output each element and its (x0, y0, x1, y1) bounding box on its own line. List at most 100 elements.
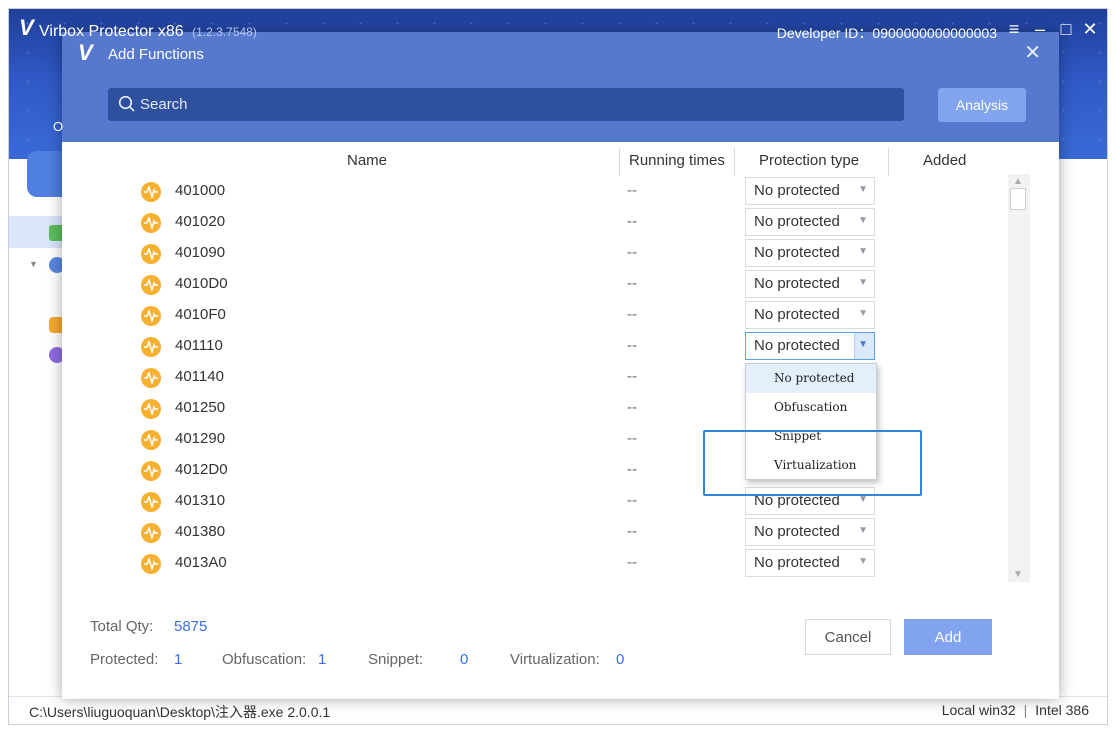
running-times: -- (627, 461, 637, 478)
analysis-button[interactable]: Analysis (938, 88, 1026, 122)
running-times: -- (627, 492, 637, 509)
app-title-text: Virbox Protector x86 (39, 23, 184, 40)
dialog-header (62, 32, 1059, 142)
maximize-icon[interactable]: □ (1055, 19, 1077, 40)
function-icon (141, 337, 161, 357)
function-icon (141, 244, 161, 264)
search-icon (118, 95, 135, 112)
function-icon (141, 523, 161, 543)
function-address: 4012D0 (175, 461, 228, 478)
status-bar: C:\Users\liuguoquan\Desktop\注入器.exe 2.0.… (9, 696, 1107, 724)
protection-select[interactable]: No protected ▼ (745, 177, 875, 205)
running-times: -- (627, 244, 637, 261)
running-times: -- (627, 337, 637, 354)
total-qty-label: Total Qty: (90, 618, 154, 635)
search-input[interactable] (140, 94, 880, 115)
running-times: -- (627, 306, 637, 323)
expand-arrow-icon[interactable]: ▼ (29, 259, 38, 269)
protection-value: No protected (754, 275, 840, 292)
running-times: -- (627, 213, 637, 230)
add-button[interactable]: Add (904, 619, 992, 655)
protection-value: No protected (754, 306, 840, 323)
table-row[interactable]: 401000 -- No protected ▼ (62, 176, 1012, 207)
scroll-thumb[interactable] (1010, 188, 1026, 210)
table-row[interactable]: 4013A0 -- No protected ▼ (62, 548, 1012, 579)
table-row[interactable]: 401110 -- No protected ▼ (62, 331, 1012, 362)
table-row[interactable]: 4010D0 -- No protected ▼ (62, 269, 1012, 300)
protection-select[interactable]: No protected ▼ (745, 239, 875, 267)
function-icon (141, 213, 161, 233)
scroll-down-icon[interactable]: ▼ (1013, 569, 1023, 580)
table-scrollbar[interactable]: ▲ ▼ (1008, 174, 1030, 582)
column-divider (888, 148, 889, 176)
column-added[interactable]: Added (923, 152, 966, 169)
running-times: -- (627, 399, 637, 416)
search-box[interactable] (108, 88, 904, 121)
app-title: Virbox Protector x86 (1.2.3.7548) (39, 23, 257, 41)
running-times: -- (627, 275, 637, 292)
total-qty-value: 5875 (174, 618, 208, 635)
function-address: 401290 (175, 430, 226, 447)
function-icon (141, 368, 161, 388)
protected-value: 1 (174, 651, 183, 668)
obfuscation-value: 1 (318, 651, 327, 668)
annotation-highlight (703, 430, 922, 496)
snippet-label: Snippet: (368, 651, 424, 668)
menu-icon[interactable]: ≡ (1003, 19, 1025, 40)
protection-select[interactable]: No protected ▼ (745, 270, 875, 298)
dialog-title: Add Functions (108, 46, 204, 63)
option-no-protected[interactable]: No protected (746, 364, 876, 393)
protection-select[interactable]: No protected ▼ (745, 549, 875, 577)
table-row[interactable]: 401020 -- No protected ▼ (62, 207, 1012, 238)
cancel-button[interactable]: Cancel (805, 619, 891, 655)
scroll-up-icon[interactable]: ▲ (1013, 176, 1023, 187)
function-address: 4010F0 (175, 306, 226, 323)
protection-value: No protected (754, 213, 840, 230)
chevron-down-icon: ▼ (858, 277, 868, 288)
chevron-down-icon: ▼ (858, 556, 868, 567)
protected-label: Protected: (90, 651, 159, 668)
protection-select[interactable]: No protected ▼ (745, 518, 875, 546)
dialog-close-icon[interactable]: ✕ (1024, 40, 1041, 65)
function-address: 401140 (175, 368, 224, 385)
running-times: -- (627, 523, 637, 540)
chevron-down-icon: ▼ (858, 246, 868, 257)
table-row[interactable]: 401090 -- No protected ▼ (62, 238, 1012, 269)
protection-select[interactable]: No protected ▼ (745, 301, 875, 329)
column-name[interactable]: Name (347, 152, 387, 169)
function-icon (141, 554, 161, 574)
function-icon (141, 461, 161, 481)
running-times: -- (627, 554, 637, 571)
sidebar-label: O (53, 119, 64, 134)
table-row[interactable]: 4010F0 -- No protected ▼ (62, 300, 1012, 331)
protection-select-open[interactable]: No protected ▼ (745, 332, 875, 360)
status-mode: Local win32 (941, 702, 1016, 718)
option-obfuscation[interactable]: Obfuscation (746, 393, 876, 422)
close-window-icon[interactable]: ✕ (1079, 19, 1101, 40)
status-cpu: Intel 386 (1035, 702, 1089, 718)
table-row[interactable]: 401380 -- No protected ▼ (62, 517, 1012, 548)
column-running-times[interactable]: Running times (629, 152, 725, 169)
function-address: 4013A0 (175, 554, 227, 571)
snippet-value: 0 (460, 651, 469, 668)
function-icon (141, 430, 161, 450)
chevron-down-icon: ▼ (858, 308, 868, 319)
chevron-down-icon: ▼ (858, 339, 868, 350)
protection-value: No protected (754, 244, 840, 261)
column-protection-type[interactable]: Protection type (759, 152, 859, 169)
function-address: 401110 (175, 337, 223, 354)
dialog-logo: V (78, 40, 93, 65)
chevron-down-icon: ▼ (858, 215, 868, 226)
protection-value: No protected (754, 337, 840, 354)
obfuscation-label: Obfuscation: (222, 651, 307, 668)
minimize-icon[interactable]: – (1029, 19, 1051, 40)
developer-id: Developer ID：0900000000000003 (776, 25, 997, 41)
function-icon (141, 275, 161, 295)
app-version: (1.2.3.7548) (192, 25, 257, 39)
chevron-down-icon: ▼ (858, 184, 868, 195)
protection-select[interactable]: No protected ▼ (745, 208, 875, 236)
running-times: -- (627, 182, 637, 199)
function-icon (141, 306, 161, 326)
running-times: -- (627, 368, 637, 385)
function-address: 401380 (175, 523, 226, 540)
